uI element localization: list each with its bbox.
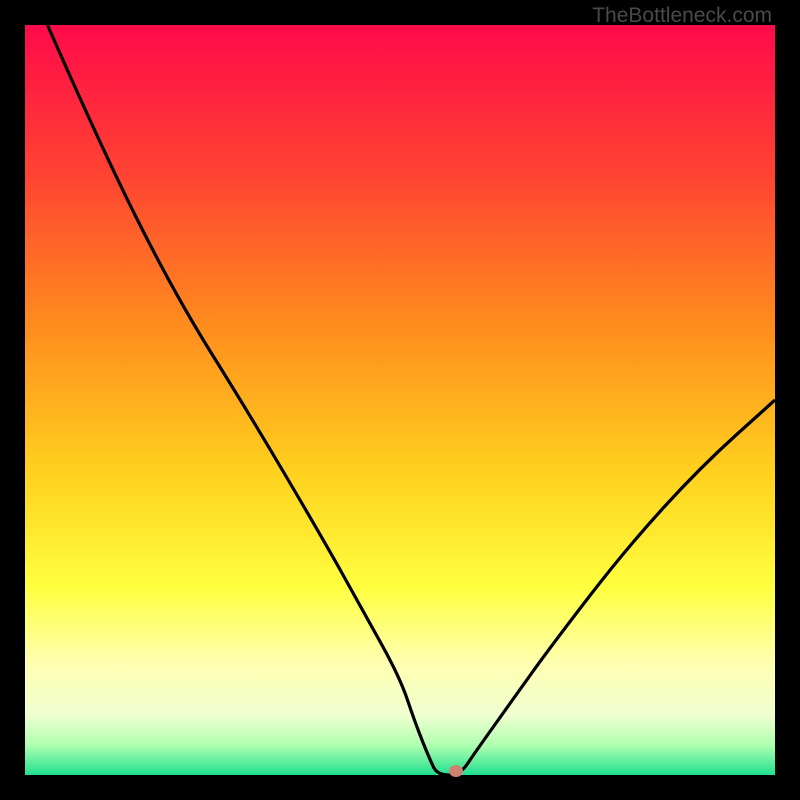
optimal-point-marker — [449, 765, 463, 777]
chart-frame — [25, 25, 775, 775]
curve-path — [48, 25, 776, 775]
bottleneck-curve — [25, 25, 775, 775]
